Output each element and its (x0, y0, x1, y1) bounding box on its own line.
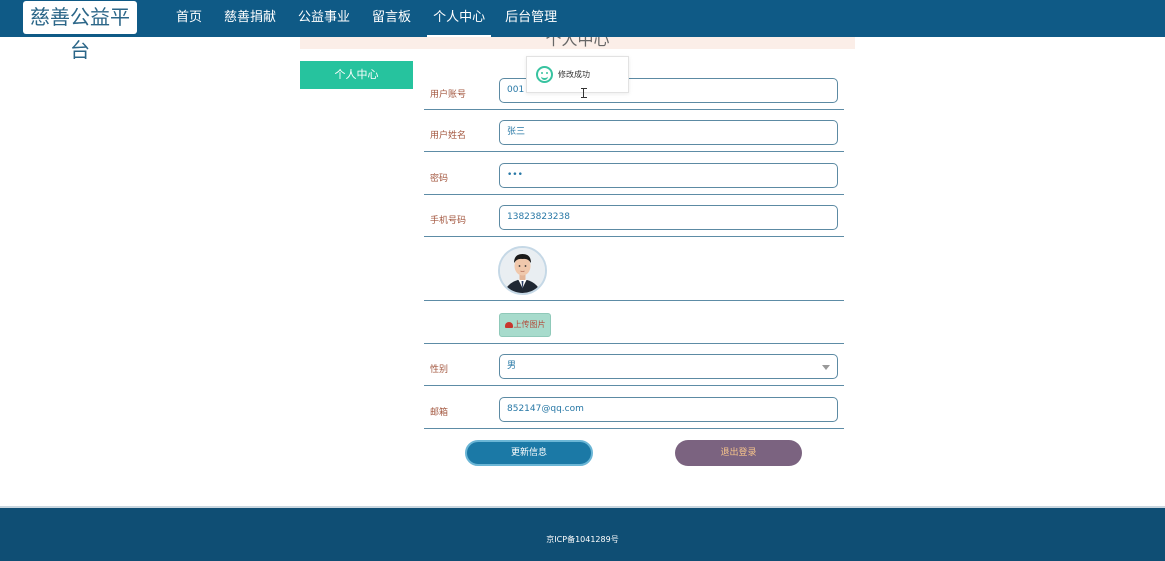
password-input[interactable]: ••• (499, 163, 838, 188)
name-label: 用户姓名 (430, 131, 467, 141)
form-row-email: 邮箱 852147@qq.com (424, 386, 844, 429)
success-toast: 修改成功 (526, 56, 629, 93)
form-row-avatar (424, 237, 844, 301)
gender-label: 性别 (430, 365, 449, 375)
text-cursor-icon (581, 88, 588, 98)
nav-item-admin[interactable]: 后台管理 (505, 0, 557, 37)
nav-item-home[interactable]: 首页 (176, 0, 202, 37)
form-row-phone: 手机号码 13823823238 (424, 195, 844, 237)
email-label: 邮箱 (430, 408, 449, 418)
smile-icon (536, 66, 553, 83)
nav-item-personal-center[interactable]: 个人中心 (427, 0, 492, 37)
avatar-portrait-icon (500, 248, 545, 293)
footer: 京ICP备1041289号 (0, 506, 1165, 561)
toast-message: 修改成功 (558, 70, 590, 79)
logout-button[interactable]: 退出登录 (675, 440, 802, 466)
sidebar-item-personal-center[interactable]: 个人中心 (300, 61, 413, 89)
upload-image-button[interactable]: 上传图片 (499, 313, 551, 337)
update-info-button[interactable]: 更新信息 (465, 440, 593, 466)
page-title-strip: 个人中心 (300, 37, 855, 49)
site-logo[interactable]: 慈善公益平台 (23, 1, 137, 62)
form-row-gender: 性别 男 (424, 344, 844, 386)
main-nav: 首页 慈善捐献 公益事业 留言板 个人中心 后台管理 (176, 0, 579, 37)
nav-item-donation[interactable]: 慈善捐献 (224, 0, 276, 37)
page-title: 个人中心 (545, 37, 610, 49)
upload-cloud-icon (504, 322, 513, 328)
nav-item-message-board[interactable]: 留言板 (372, 0, 411, 37)
avatar (498, 246, 547, 295)
account-label: 用户账号 (430, 90, 467, 100)
form-row-upload: 上传图片 (424, 301, 844, 344)
gender-select-value: 男 (507, 361, 517, 371)
chevron-down-icon (822, 365, 830, 370)
upload-button-label: 上传图片 (513, 320, 546, 329)
footer-icp-text: 京ICP备1041289号 (546, 535, 619, 544)
top-navbar: 慈善公益平台 首页 慈善捐献 公益事业 留言板 个人中心 后台管理 (0, 0, 1165, 62)
gender-select[interactable]: 男 (499, 354, 838, 379)
name-input[interactable]: 张三 (499, 120, 838, 145)
form-row-password: 密码 ••• (424, 152, 844, 195)
form-row-name: 用户姓名 张三 (424, 110, 844, 152)
phone-label: 手机号码 (430, 216, 467, 226)
email-input[interactable]: 852147@qq.com (499, 397, 838, 422)
nav-item-charity[interactable]: 公益事业 (298, 0, 350, 37)
phone-input[interactable]: 13823823238 (499, 205, 838, 230)
form-row-account: 用户账号 001 (424, 73, 844, 110)
password-label: 密码 (430, 174, 449, 184)
